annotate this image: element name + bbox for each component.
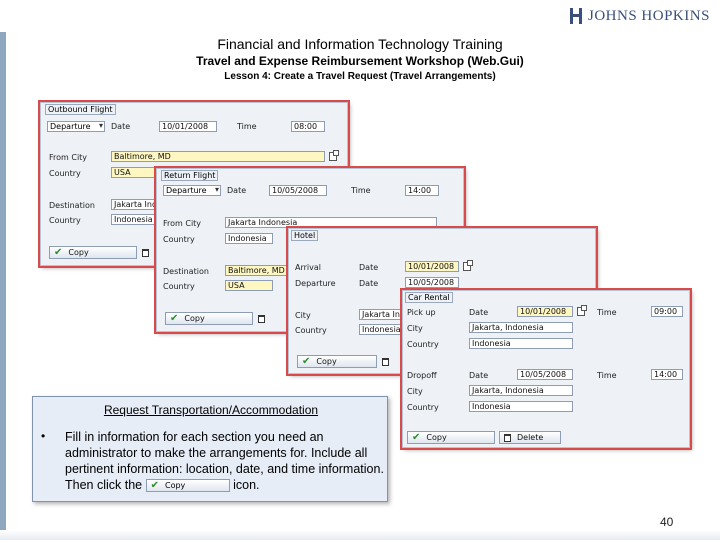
calendar-icon[interactable] [463, 260, 473, 271]
calendar-icon[interactable] [577, 305, 587, 316]
car-country2-field[interactable]: Indonesia [469, 401, 573, 412]
car-rental-panel: Car Rental Pick up Date 10/01/2008 Time … [402, 290, 690, 448]
hotel-city-label: City [295, 311, 311, 320]
hotel-country-label: Country [295, 326, 327, 335]
outbound-time-field[interactable]: 08:00 [291, 121, 325, 132]
trash-icon[interactable] [258, 315, 265, 323]
hotel-arrival-date-label: Date [359, 263, 379, 272]
return-time-label: Time [351, 186, 371, 195]
checkmark-icon: ✔ [150, 479, 159, 491]
jhu-logo: JOHNS HOPKINS [570, 6, 710, 26]
slide-title: Financial and Information Technology Tra… [217, 36, 503, 52]
car-delete-label: Delete [517, 433, 544, 442]
hotel-departure-label: Departure [295, 279, 336, 288]
hotel-departure-date-field[interactable]: 10/05/2008 [405, 277, 459, 288]
checkmark-icon: ✔ [170, 312, 179, 324]
return-date-label: Date [227, 186, 247, 195]
outbound-date-label: Date [111, 122, 131, 131]
instruction-bullet: • [41, 429, 46, 443]
car-city2-label: City [407, 387, 423, 396]
car-country2-label: Country [407, 403, 439, 412]
return-time-field[interactable]: 14:00 [405, 185, 439, 196]
hotel-departure-date-label: Date [359, 279, 379, 288]
outbound-flight-group-label: Outbound Flight [45, 104, 116, 115]
return-from-city-field[interactable]: Jakarta Indonesia [225, 217, 437, 228]
instruction-text: Fill in information for each section you… [65, 429, 385, 493]
outbound-country-label: Country [49, 169, 81, 178]
return-departure-select[interactable]: Departure [163, 185, 221, 196]
outbound-from-city-label: From City [49, 153, 88, 162]
outbound-destination-field[interactable]: Jakarta Ind [111, 199, 159, 210]
instruction-copy-button-image: ✔ Copy [145, 479, 230, 493]
outbound-country2-label: Country [49, 216, 81, 225]
outbound-time-label: Time [237, 122, 257, 131]
car-city2-field[interactable]: Jakarta, Indonesia [469, 385, 573, 396]
outbound-copy-button[interactable]: ✔ Copy [49, 246, 137, 259]
return-from-city-label: From City [163, 219, 202, 228]
hotel-copy-button[interactable]: ✔ Copy [297, 355, 377, 368]
checkmark-icon: ✔ [54, 246, 63, 258]
outbound-date-field[interactable]: 10/01/2008 [159, 121, 217, 132]
car-city-label: City [407, 324, 423, 333]
outbound-departure-select[interactable]: Departure [47, 121, 105, 132]
outbound-country2-field[interactable]: Indonesia [111, 214, 159, 225]
car-copy-button[interactable]: ✔ Copy [407, 431, 495, 444]
outbound-country-field[interactable]: USA [111, 167, 159, 178]
car-dropoff-date-field[interactable]: 10/05/2008 [517, 369, 573, 380]
instruction-heading: Request Transportation/Accommodation [103, 403, 319, 417]
outbound-from-city-field[interactable]: Baltimore, MD [111, 151, 325, 162]
car-delete-button[interactable]: Delete [499, 431, 561, 444]
instruction-text-end: icon. [233, 478, 260, 492]
car-dropoff-date-label: Date [469, 371, 489, 380]
return-date-field[interactable]: 10/05/2008 [269, 185, 327, 196]
return-copy-label: Copy [184, 314, 205, 323]
hotel-arrival-date-field[interactable]: 10/01/2008 [405, 261, 459, 272]
hotel-city-field[interactable]: Jakarta Ind [359, 309, 403, 320]
checkmark-icon: ✔ [412, 431, 421, 443]
return-copy-button[interactable]: ✔ Copy [165, 312, 253, 325]
return-country2-label: Country [163, 282, 195, 291]
return-flight-group-label: Return Flight [161, 170, 219, 181]
return-country-field[interactable]: Indonesia [225, 233, 273, 244]
slide-left-bar [0, 32, 6, 540]
car-country-field[interactable]: Indonesia [469, 338, 573, 349]
outbound-copy-label: Copy [68, 248, 89, 257]
hotel-copy-label: Copy [316, 357, 337, 366]
value-help-icon[interactable] [329, 150, 339, 161]
car-dropoff-label: Dropoff [407, 371, 437, 380]
car-pickup-date-field[interactable]: 10/01/2008 [517, 306, 573, 317]
jhu-logo-icon [570, 8, 582, 24]
trash-icon[interactable] [142, 249, 149, 257]
jhu-logo-text: JOHNS HOPKINS [588, 7, 710, 24]
trash-icon [504, 433, 511, 442]
checkmark-icon: ✔ [302, 355, 311, 367]
hotel-arrival-label: Arrival [295, 263, 321, 272]
outbound-destination-label: Destination [49, 201, 95, 210]
car-city-field[interactable]: Jakarta, Indonesia [469, 322, 573, 333]
car-rental-group-label: Car Rental [405, 292, 453, 303]
page-number: 40 [660, 515, 674, 529]
slide-subtitle: Travel and Expense Reimbursement Worksho… [196, 54, 524, 68]
hotel-group-label: Hotel [291, 230, 319, 241]
car-copy-label: Copy [426, 433, 447, 442]
car-pickup-time-label: Time [597, 308, 617, 317]
car-dropoff-time-label: Time [597, 371, 617, 380]
return-destination-field[interactable]: Baltimore, MD [225, 265, 287, 276]
car-dropoff-time-field[interactable]: 14:00 [651, 369, 683, 380]
return-country-label: Country [163, 235, 195, 244]
return-country2-field[interactable]: USA [225, 280, 273, 291]
slide-bottom-bar [0, 530, 720, 540]
car-pickup-label: Pick up [407, 308, 436, 317]
trash-icon[interactable] [382, 358, 389, 366]
lesson-title: Lesson 4: Create a Travel Request (Trave… [224, 71, 496, 82]
instruction-box: Request Transportation/Accommodation • F… [32, 396, 388, 502]
instruction-copy-label: Copy [165, 480, 186, 490]
car-pickup-date-label: Date [469, 308, 489, 317]
hotel-country-field[interactable]: Indonesia [359, 324, 403, 335]
car-country-label: Country [407, 340, 439, 349]
car-pickup-time-field[interactable]: 09:00 [651, 306, 683, 317]
return-destination-label: Destination [163, 267, 209, 276]
